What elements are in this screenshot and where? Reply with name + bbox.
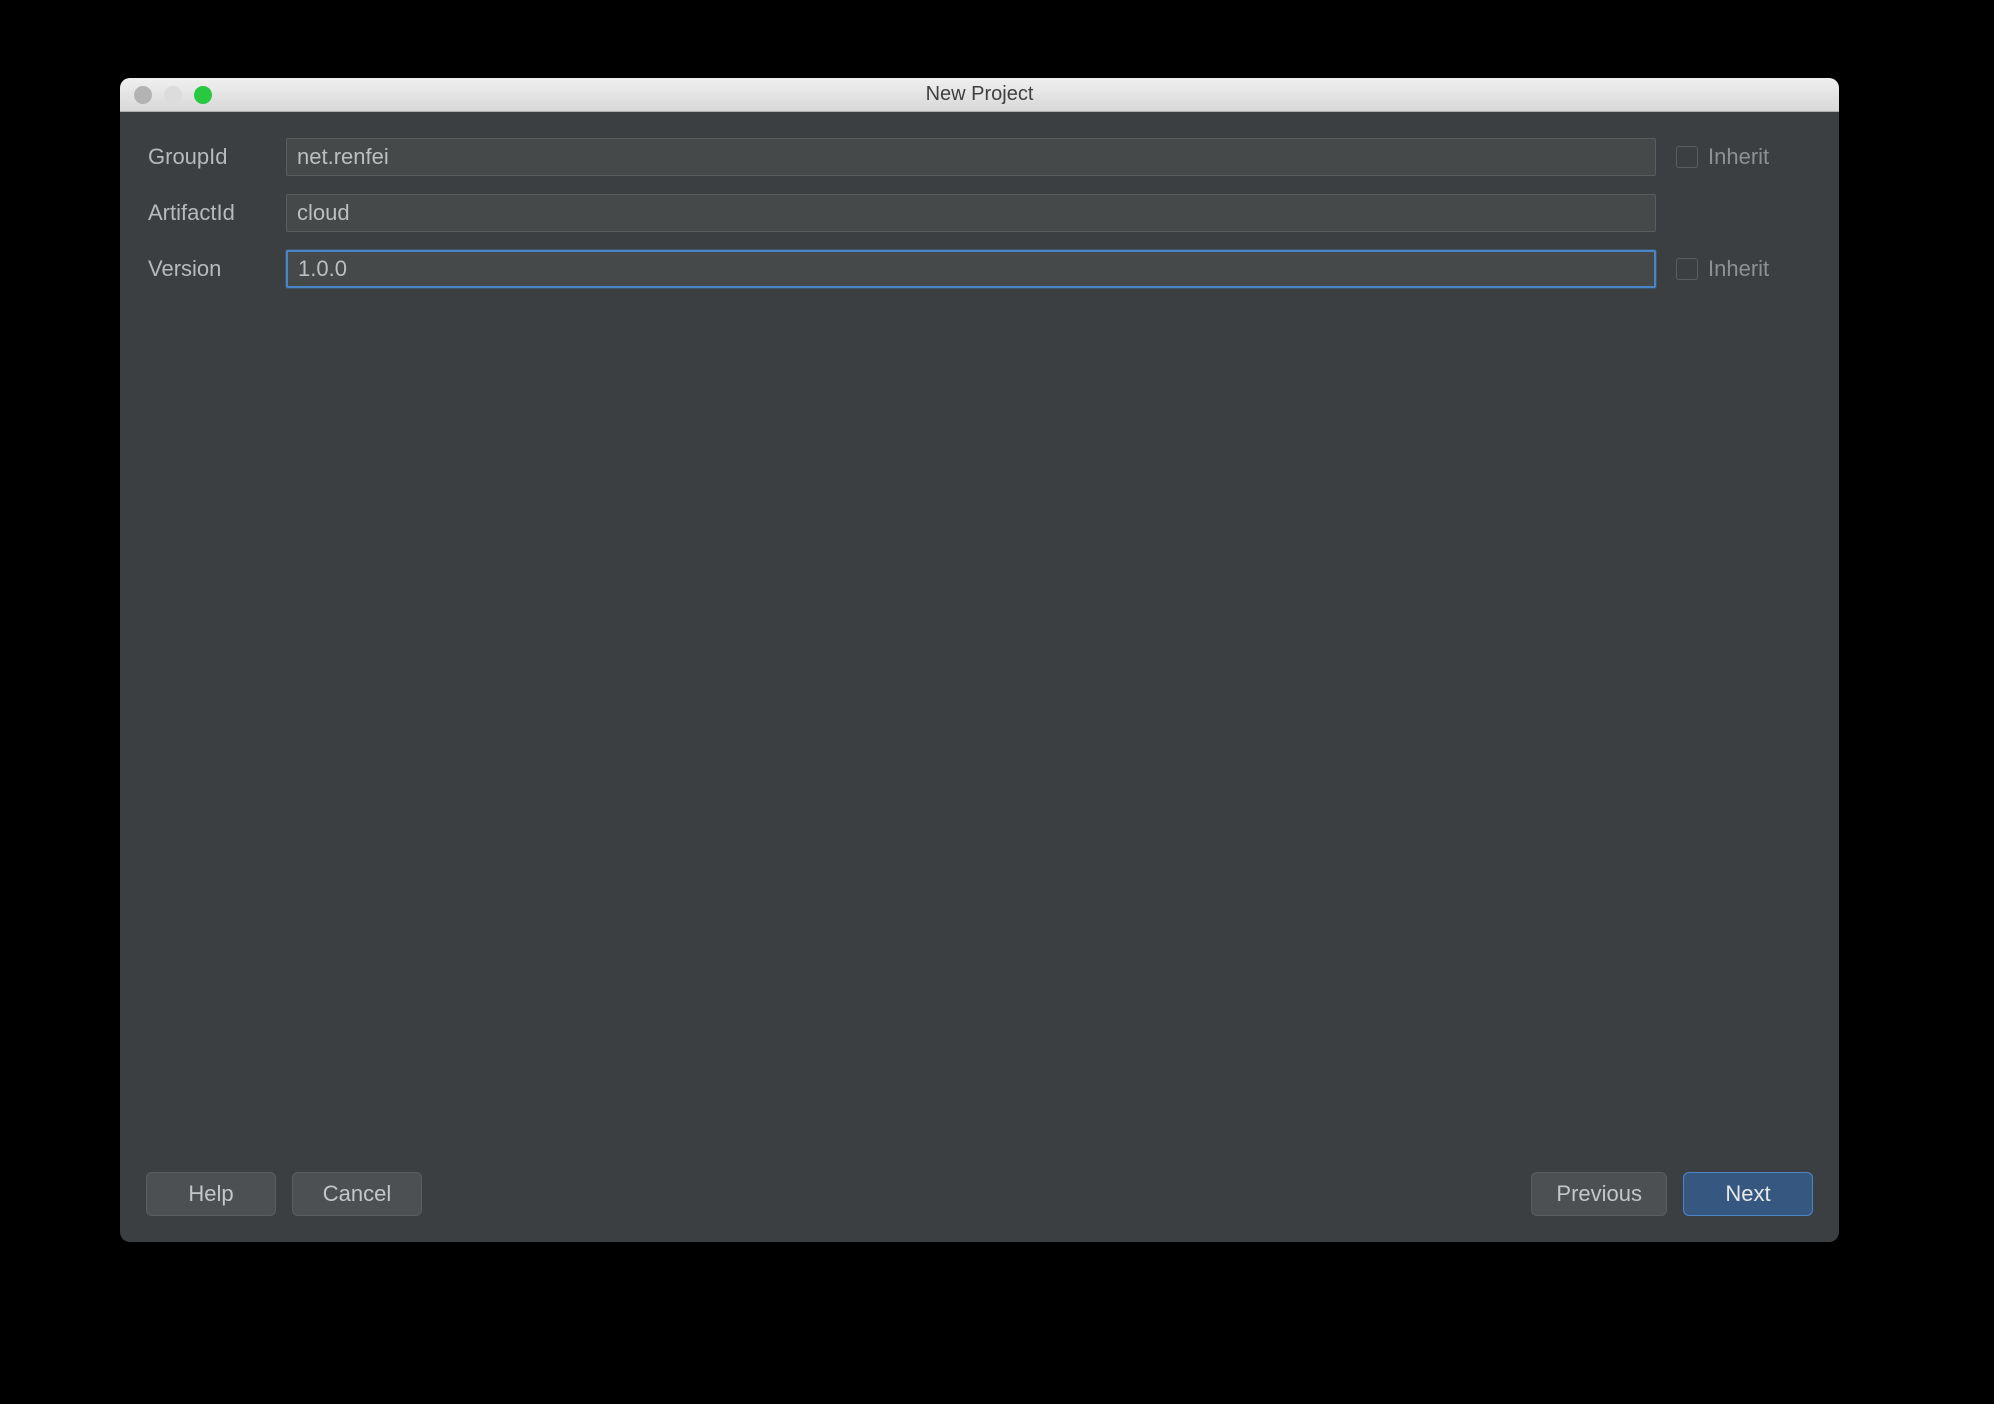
window-controls — [120, 86, 212, 104]
groupid-input[interactable] — [286, 138, 1656, 176]
zoom-icon[interactable] — [194, 86, 212, 104]
new-project-window: New Project GroupId Inherit ArtifactId — [120, 78, 1839, 1242]
right-button-group: Previous Next — [1531, 1172, 1813, 1216]
help-button[interactable]: Help — [146, 1172, 276, 1216]
form-content: GroupId Inherit ArtifactId Version — [120, 112, 1839, 1172]
artifactid-row: ArtifactId — [148, 194, 1811, 232]
next-button[interactable]: Next — [1683, 1172, 1813, 1216]
artifactid-input[interactable] — [286, 194, 1656, 232]
version-row: Version Inherit — [148, 250, 1811, 288]
groupid-row: GroupId Inherit — [148, 138, 1811, 176]
artifactid-label: ArtifactId — [148, 200, 266, 226]
version-label: Version — [148, 256, 266, 282]
version-inherit-wrap: Inherit — [1676, 256, 1811, 282]
version-input[interactable] — [286, 250, 1656, 288]
cancel-button[interactable]: Cancel — [292, 1172, 422, 1216]
groupid-inherit-wrap: Inherit — [1676, 144, 1811, 170]
version-inherit-checkbox[interactable] — [1676, 258, 1698, 280]
groupid-inherit-label: Inherit — [1708, 144, 1769, 170]
left-button-group: Help Cancel — [146, 1172, 422, 1216]
groupid-inherit-checkbox[interactable] — [1676, 146, 1698, 168]
button-bar: Help Cancel Previous Next — [120, 1172, 1839, 1242]
previous-button[interactable]: Previous — [1531, 1172, 1667, 1216]
close-icon[interactable] — [134, 86, 152, 104]
titlebar: New Project — [120, 78, 1839, 112]
groupid-label: GroupId — [148, 144, 266, 170]
window-title: New Project — [120, 83, 1839, 106]
minimize-icon[interactable] — [164, 86, 182, 104]
version-inherit-label: Inherit — [1708, 256, 1769, 282]
